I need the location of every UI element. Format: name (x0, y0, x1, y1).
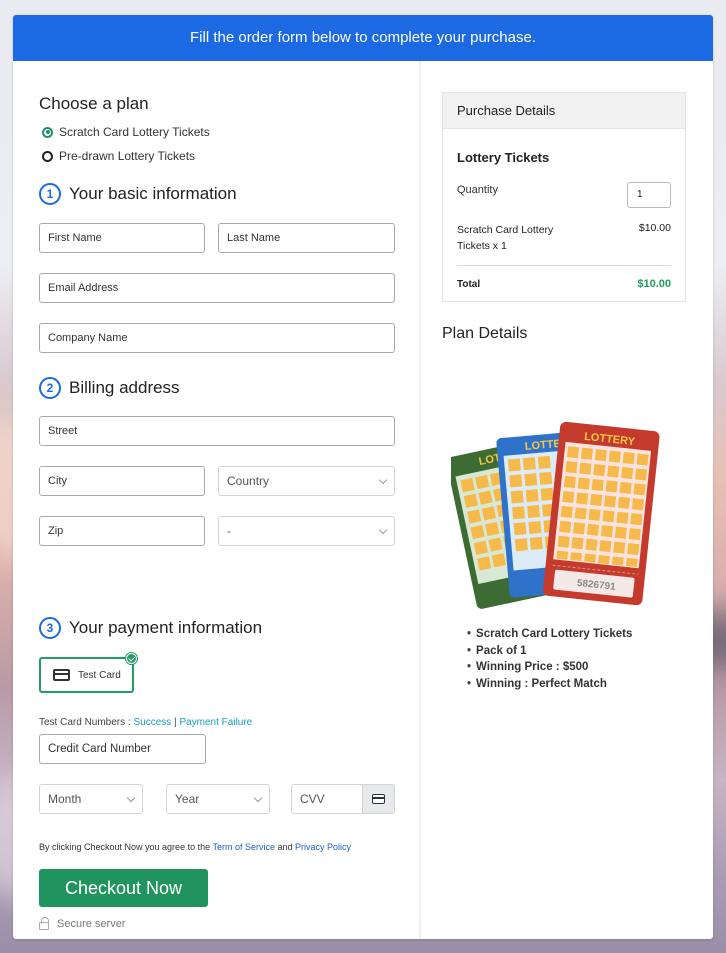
country-select[interactable]: Country (218, 466, 395, 496)
plan-feature-item: Winning Price : $500 (467, 659, 632, 676)
plan-details-heading: Plan Details (442, 325, 528, 342)
order-form-card: Fill the order form below to complete yo… (13, 15, 713, 939)
billing-address-heading: 2 Billing address (39, 377, 180, 399)
payment-method-label: Test Card (78, 669, 121, 681)
cvv-placeholder: CVV (300, 792, 325, 806)
first-name-input[interactable]: First Name (39, 223, 205, 253)
year-select-value: Year (175, 792, 200, 806)
cvv-input[interactable]: CVV (291, 784, 395, 814)
chevron-down-icon (378, 525, 388, 535)
last-name-input[interactable]: Last Name (218, 223, 395, 253)
total-value: $10.00 (637, 278, 671, 290)
purchase-details-box: Purchase Details Lottery Tickets Quantit… (442, 92, 686, 302)
expiry-month-select[interactable]: Month (39, 784, 143, 814)
zip-input[interactable]: Zip (39, 516, 205, 546)
plan-option-label: Scratch Card Lottery Tickets (59, 125, 210, 139)
state-select-value: - (227, 524, 231, 538)
total-label: Total (457, 279, 481, 290)
product-title: Lottery Tickets (457, 150, 550, 165)
plan-features-list: Scratch Card Lottery Tickets Pack of 1 W… (467, 626, 632, 693)
street-input[interactable]: Street (39, 416, 395, 446)
section-title: Your payment information (69, 618, 263, 637)
credit-card-icon (53, 669, 70, 681)
test-card-numbers-label: Test Card Numbers : (39, 717, 134, 728)
step-number-badge: 2 (39, 377, 61, 399)
email-input[interactable]: Email Address (39, 273, 395, 303)
purchase-details-heading: Purchase Details (443, 93, 685, 129)
summary-column: Purchase Details Lottery Tickets Quantit… (421, 61, 713, 939)
header-banner: Fill the order form below to complete yo… (13, 15, 713, 61)
plan-feature-item: Pack of 1 (467, 643, 632, 660)
success-link[interactable]: Success (133, 717, 171, 728)
payment-failure-link[interactable]: Payment Failure (179, 717, 252, 728)
payment-info-heading: 3 Your payment information (39, 617, 262, 639)
red-ticket: LOTTERY 5826791 (542, 421, 660, 606)
plan-option-scratch-card[interactable]: Scratch Card Lottery Tickets (42, 125, 210, 139)
check-circle-icon (126, 653, 137, 664)
lottery-tickets-image: LOTTERY LOTTERY 5826791 (451, 421, 660, 609)
checkout-now-button[interactable]: Checkout Now (39, 869, 208, 907)
state-select[interactable]: - (218, 516, 395, 546)
secure-server-note: Secure server (39, 917, 126, 930)
section-title: Billing address (69, 378, 180, 397)
terms-of-service-link[interactable]: Term of Service (212, 842, 275, 852)
radio-unselected-icon[interactable] (42, 150, 53, 162)
test-card-numbers: Test Card Numbers : Success | Payment Fa… (39, 717, 252, 728)
radio-selected-icon[interactable] (42, 126, 53, 138)
divider (457, 265, 671, 266)
plan-feature-item: Winning : Perfect Match (467, 676, 632, 693)
cvv-addon (362, 785, 394, 813)
secure-server-label: Secure server (57, 918, 126, 930)
expiry-year-select[interactable]: Year (166, 784, 270, 814)
terms-agreement: By clicking Checkout Now you agree to th… (39, 842, 351, 852)
credit-card-number-input[interactable]: Credit Card Number (39, 734, 206, 764)
month-select-value: Month (48, 792, 82, 806)
plan-feature-item: Scratch Card Lottery Tickets (467, 626, 632, 643)
agreement-and: and (274, 842, 295, 852)
privacy-policy-link[interactable]: Privacy Policy (295, 842, 351, 852)
chevron-down-icon (126, 793, 136, 803)
order-form-column: Choose a plan Scratch Card Lottery Ticke… (13, 61, 421, 939)
line-item-label: Scratch Card Lottery Tickets x 1 (457, 224, 554, 252)
lock-icon (39, 917, 49, 930)
plan-option-pre-drawn[interactable]: Pre-drawn Lottery Tickets (42, 149, 195, 163)
quantity-input[interactable]: 1 (627, 182, 671, 208)
quantity-label: Quantity (457, 184, 498, 196)
country-select-value: Country (227, 474, 270, 488)
plan-option-label: Pre-drawn Lottery Tickets (59, 149, 196, 163)
city-input[interactable]: City (39, 466, 205, 496)
line-item-price: $10.00 (638, 222, 671, 234)
section-title: Your basic information (69, 184, 237, 203)
choose-plan-heading: Choose a plan (39, 94, 149, 113)
chevron-down-icon (378, 475, 388, 485)
step-number-badge: 3 (39, 617, 61, 639)
agreement-text: By clicking Checkout Now you agree to th… (39, 842, 213, 852)
basic-info-heading: 1 Your basic information (39, 183, 237, 205)
credit-card-icon (372, 794, 385, 804)
company-name-input[interactable]: Company Name (39, 323, 395, 353)
step-number-badge: 1 (39, 183, 61, 205)
chevron-down-icon (253, 793, 263, 803)
test-card-payment-option[interactable]: Test Card (39, 653, 137, 693)
